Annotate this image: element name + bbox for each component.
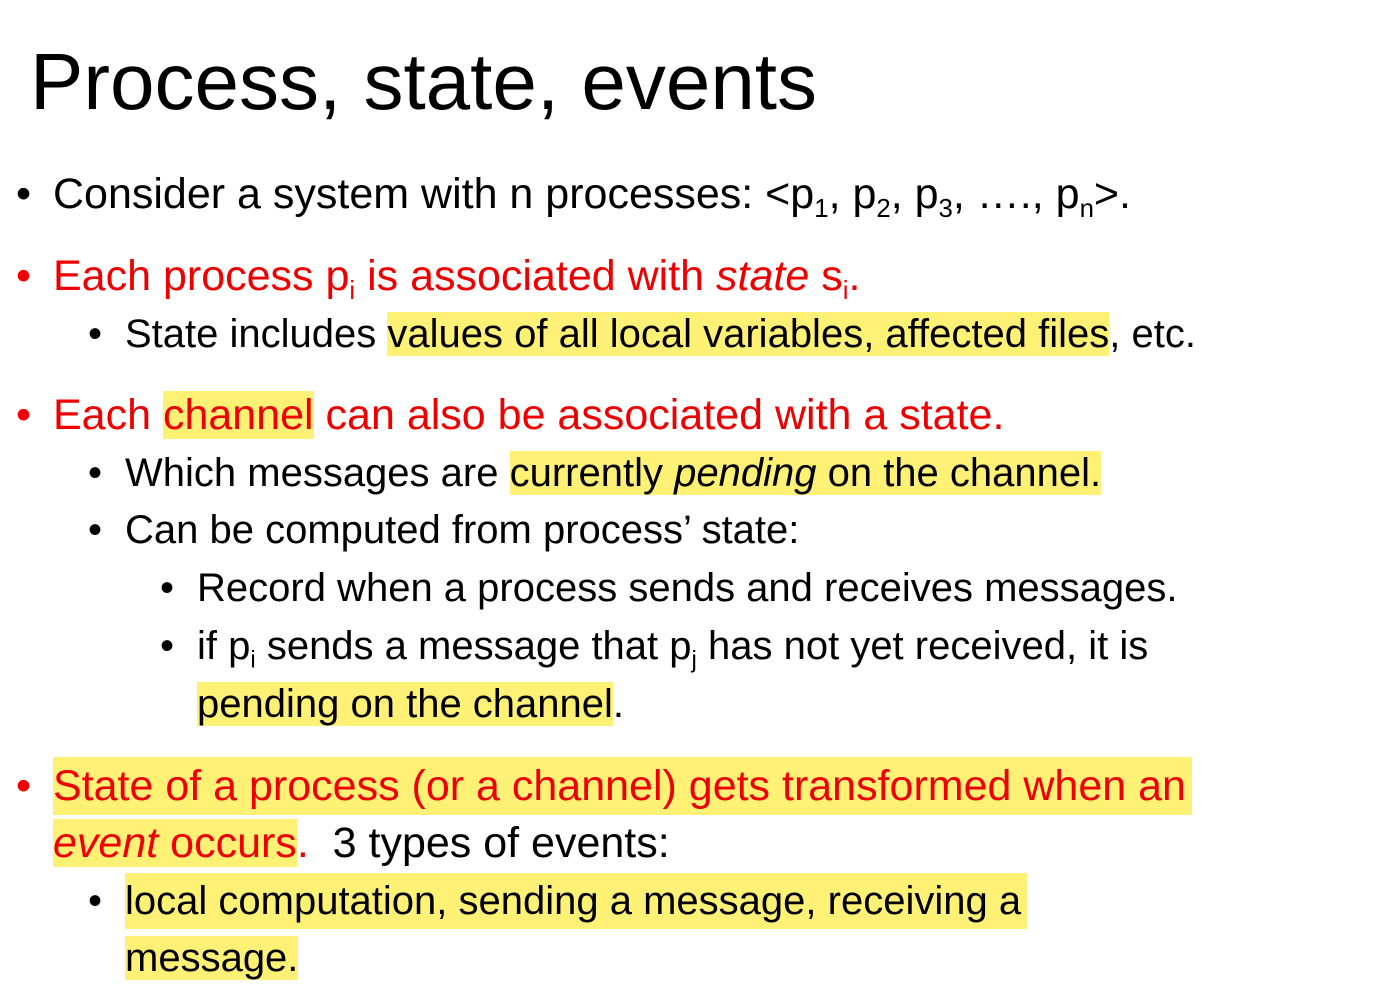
bullet-dot: • — [88, 879, 103, 923]
highlight: channel — [162, 391, 314, 439]
bullet-dot: • — [160, 624, 175, 668]
bullet-2-text: Each process pi is associated with state… — [53, 252, 861, 306]
highlight: currently pending on the channel. — [509, 451, 1102, 495]
slide-title: Process, state, events — [30, 37, 818, 126]
bullet-4-line-1: State of a process (or a channel) gets t… — [53, 757, 1192, 815]
bullet-4-sub-1-line-1: local computation, sending a message, re… — [125, 873, 1028, 929]
bullet-4-line-2: event occurs. 3 types of events: — [53, 819, 670, 867]
bullet-3-sub-2-text: Can be computed from process’ state: — [125, 508, 800, 552]
bullet-dot: • — [160, 566, 175, 610]
bullet-dot: • — [16, 762, 32, 810]
bullet-4-sub-1-line-2: message. — [125, 930, 299, 986]
bullet-dot: • — [88, 508, 103, 552]
bullet-3-sub-1-text: Which messages are currently pending on … — [125, 451, 1102, 495]
bullet-1-text: Consider a system with n processes: <p1,… — [53, 170, 1131, 224]
bullet-3-sub-2b-cont: pending on the channel. — [197, 682, 625, 726]
bullet-dot: • — [88, 451, 103, 495]
bullet-dot: • — [16, 170, 32, 218]
bullet-3-sub-2a-text: Record when a process sends and receives… — [197, 566, 1178, 610]
highlight: event occurs — [53, 819, 297, 867]
highlight: message. — [125, 936, 299, 980]
bullet-dot: • — [88, 312, 103, 356]
bullet-2-sub-1-text: State includes values of all local varia… — [125, 312, 1196, 356]
highlight: pending on the channel — [197, 682, 613, 726]
bullet-dot: • — [16, 391, 32, 439]
bullet-3-sub-2b-text: if pi sends a message that pj has not ye… — [197, 624, 1149, 674]
bullet-3-text: Each channel can also be associated with… — [53, 391, 1005, 439]
highlight: values of all local variables, affected … — [387, 312, 1110, 356]
bullet-dot: • — [16, 252, 32, 300]
